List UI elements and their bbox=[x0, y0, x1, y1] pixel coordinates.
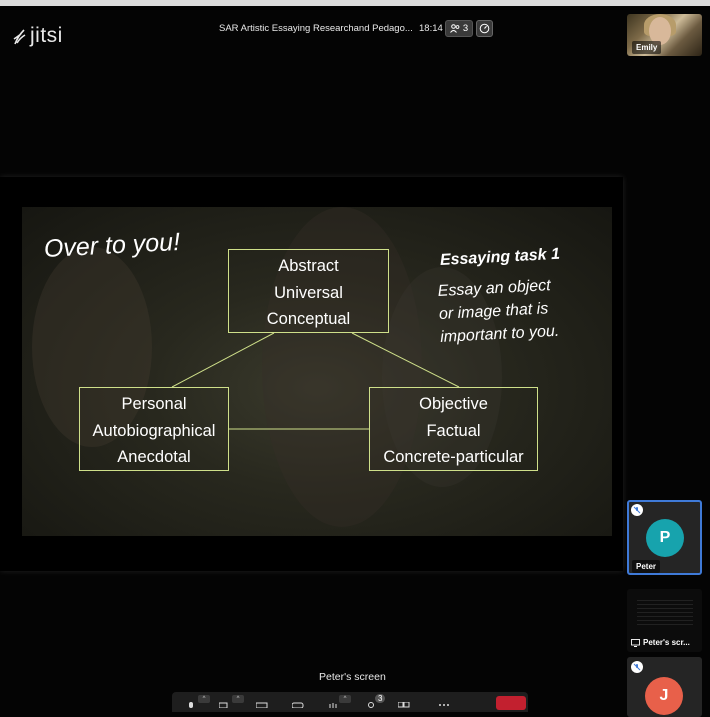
raise-hand-icon[interactable] bbox=[328, 702, 340, 708]
diagram-box-objective: Objective Factual Concrete-particular bbox=[369, 387, 538, 471]
camera-icon[interactable] bbox=[219, 702, 231, 708]
stage-label: Peter's screen bbox=[319, 671, 386, 683]
participant-name-label: Peter bbox=[632, 560, 661, 573]
avatar: P bbox=[646, 519, 684, 557]
participants-count-button[interactable]: 3 bbox=[445, 20, 473, 37]
box-line: Factual bbox=[426, 421, 481, 440]
participants-icon bbox=[449, 24, 460, 33]
participant-tile-j[interactable]: J bbox=[627, 657, 702, 717]
tile-view-icon[interactable] bbox=[398, 702, 410, 708]
reactions-options-caret[interactable]: ^ bbox=[339, 695, 351, 703]
camera-options-caret[interactable]: ^ bbox=[232, 695, 244, 703]
more-actions-icon[interactable] bbox=[438, 702, 450, 708]
participant-count: 3 bbox=[462, 23, 469, 34]
screen-share-preview bbox=[637, 597, 693, 625]
avatar: J bbox=[645, 677, 683, 715]
self-view-tile[interactable]: Emily bbox=[627, 14, 702, 56]
box-line: Personal bbox=[121, 395, 187, 413]
mic-muted-icon bbox=[631, 661, 643, 673]
screen-share-label: Peter's scr... bbox=[631, 638, 690, 647]
box-line: Autobiographical bbox=[92, 421, 216, 440]
participants-toolbar-icon[interactable] bbox=[365, 702, 377, 708]
diagram-box-abstract: Abstract Universal Conceptual bbox=[228, 249, 389, 333]
screen-share-icon bbox=[631, 638, 640, 647]
box-line: Concrete-particular bbox=[383, 448, 524, 466]
screen-share-tile[interactable]: Peter's scr... bbox=[627, 589, 702, 652]
meeting-title: SAR Artistic Essaying Researchand Pedago… bbox=[219, 23, 413, 34]
box-line: Anecdotal bbox=[117, 448, 191, 466]
presentation-slide: Over to you! Essaying task 1 Essay an ob… bbox=[22, 207, 612, 536]
meeting-timer: 18:14 bbox=[419, 23, 443, 34]
self-name-label: Emily bbox=[632, 41, 662, 54]
participant-tile-peter[interactable]: P Peter bbox=[627, 500, 702, 575]
mic-muted-icon bbox=[631, 504, 643, 516]
performance-settings-button[interactable] bbox=[476, 20, 493, 37]
screen-share-label-text: Peter's scr... bbox=[643, 638, 690, 647]
share-screen-icon[interactable] bbox=[256, 702, 268, 708]
box-line: Conceptual bbox=[266, 310, 351, 328]
box-line: Abstract bbox=[278, 257, 339, 275]
box-line: Objective bbox=[419, 395, 488, 413]
browser-top-strip bbox=[0, 0, 710, 6]
task-description: Essay an object or image that is importa… bbox=[437, 274, 560, 349]
gauge-icon bbox=[479, 23, 490, 34]
box-line: Universal bbox=[274, 283, 343, 302]
mic-options-caret[interactable]: ^ bbox=[198, 695, 210, 703]
jitsi-logo[interactable]: jitsi bbox=[12, 24, 63, 48]
diagram-box-personal: Personal Autobiographical Anecdotal bbox=[79, 387, 229, 471]
chat-icon[interactable] bbox=[292, 702, 304, 708]
jitsi-logo-icon bbox=[13, 29, 26, 45]
logo-text: jitsi bbox=[30, 24, 63, 47]
microphone-icon[interactable] bbox=[186, 702, 196, 708]
